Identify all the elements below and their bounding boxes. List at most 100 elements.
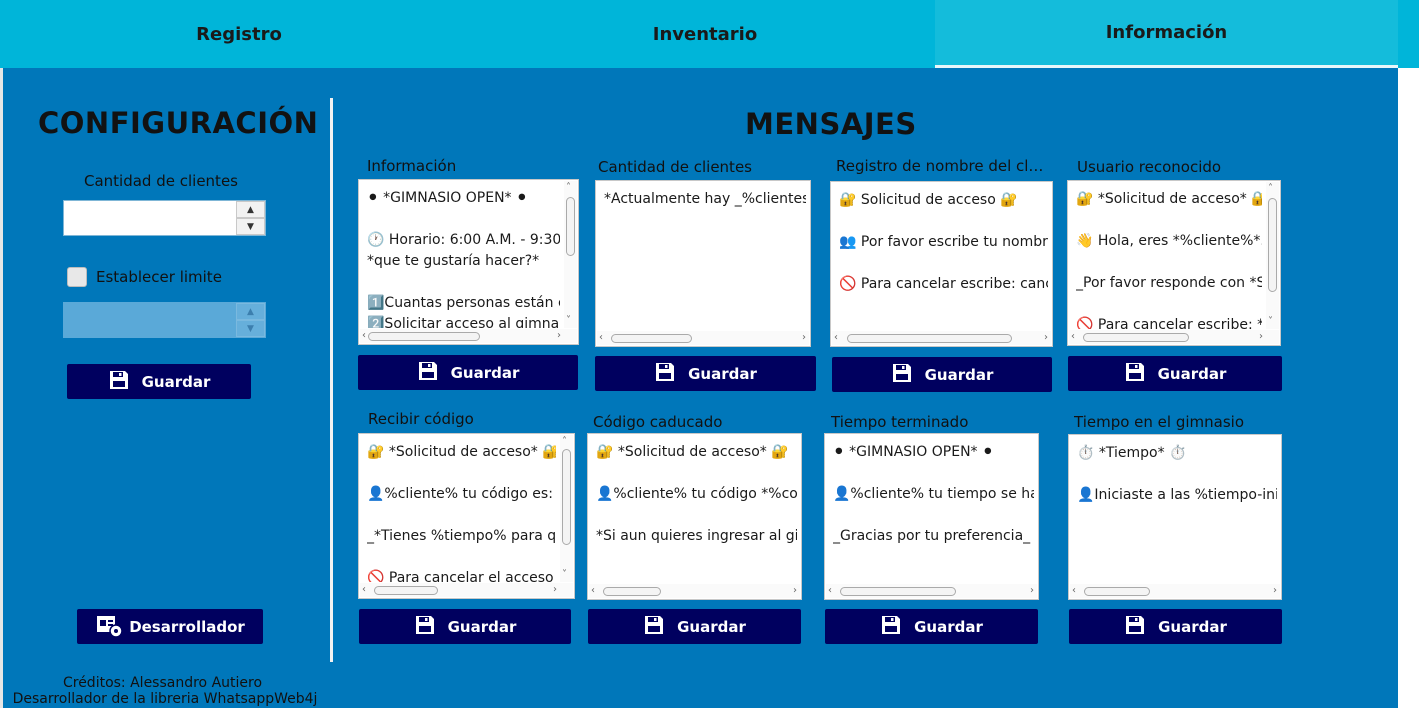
message-textarea-tiempo-terminado[interactable]: ⚫ *GIMNASIO OPEN* ⚫ 👤%cliente% tu tiempo… xyxy=(824,433,1039,600)
tab-informacion[interactable]: Información xyxy=(935,0,1398,68)
chevron-down-icon[interactable]: ˅ xyxy=(1268,317,1273,327)
section-divider xyxy=(330,98,333,662)
vertical-scrollbar[interactable]: ˄ ˅ xyxy=(1266,182,1279,329)
save-label: Guardar xyxy=(914,617,983,636)
vertical-scrollbar[interactable]: ˄ ˅ xyxy=(564,181,577,328)
message-text: *Actualmente hay _%clientes%_ personas* xyxy=(604,191,806,207)
chevron-right-icon[interactable]: › xyxy=(557,331,561,341)
chevron-left-icon[interactable]: ‹ xyxy=(362,585,366,595)
scroll-thumb[interactable] xyxy=(847,334,1012,343)
config-save-button[interactable]: Guardar xyxy=(67,364,251,399)
scroll-thumb[interactable] xyxy=(566,197,575,256)
spinner-up-button[interactable]: ▲ xyxy=(236,201,265,218)
tab-label: Inventario xyxy=(652,23,758,45)
scroll-thumb[interactable] xyxy=(374,586,438,595)
floppy-disk-icon xyxy=(414,614,436,640)
scroll-thumb[interactable] xyxy=(1083,333,1189,342)
scroll-thumb[interactable] xyxy=(611,334,692,343)
scroll-thumb[interactable] xyxy=(562,449,571,545)
chevron-left-icon[interactable]: ‹ xyxy=(834,333,838,343)
save-button-informacion[interactable]: Guardar xyxy=(358,355,578,390)
scroll-thumb[interactable] xyxy=(840,587,956,596)
message-textarea-tiempo-en-el-gimnasio[interactable]: ⏱️ *Tiempo* ⏱️ 👤Iniciaste a las %tiempo-… xyxy=(1068,434,1282,600)
save-button-tiempo-terminado[interactable]: Guardar xyxy=(825,609,1038,644)
triangle-up-icon: ▲ xyxy=(247,306,254,317)
chevron-right-icon[interactable]: › xyxy=(553,585,557,595)
chevron-right-icon[interactable]: › xyxy=(793,586,797,596)
save-button-tiempo-en-el-gimnasio[interactable]: Guardar xyxy=(1069,609,1282,644)
message-textarea-registro-de-nombre-del-cliente[interactable]: 🔐 Solicitud de acceso 🔐 👥 Por favor escr… xyxy=(830,181,1053,347)
message-textarea-informacion[interactable]: ⚫ *GIMNASIO OPEN* ⚫ 🕐 Horario: 6:00 A.M.… xyxy=(358,179,579,345)
window-edge-right xyxy=(1398,0,1419,708)
horizontal-scrollbar[interactable]: ‹ › xyxy=(360,329,577,343)
scroll-thumb[interactable] xyxy=(1084,587,1150,596)
save-button-codigo-caducado[interactable]: Guardar xyxy=(588,609,801,644)
message-text: ⏱️ *Tiempo* ⏱️ 👤Iniciaste a las %tiempo-… xyxy=(1077,445,1277,503)
limit-checkbox[interactable] xyxy=(67,267,87,287)
chevron-left-icon[interactable]: ‹ xyxy=(1072,586,1076,596)
scroll-thumb[interactable] xyxy=(368,332,480,341)
save-button-registro-de-nombre-del-cliente[interactable]: Guardar xyxy=(832,357,1052,392)
floppy-disk-icon xyxy=(1124,361,1146,387)
chevron-left-icon[interactable]: ‹ xyxy=(828,586,832,596)
developer-button[interactable]: Desarrollador xyxy=(77,609,263,644)
save-label: Guardar xyxy=(677,617,746,636)
chevron-left-icon[interactable]: ‹ xyxy=(591,586,595,596)
triangle-down-icon: ▼ xyxy=(247,323,254,334)
tab-inventario[interactable]: Inventario xyxy=(475,0,935,68)
horizontal-scrollbar[interactable]: ‹ › xyxy=(360,583,573,597)
scroll-thumb[interactable] xyxy=(1268,198,1277,292)
message-text: ⚫ *GIMNASIO OPEN* ⚫ 👤%cliente% tu tiempo… xyxy=(833,444,1034,544)
chevron-left-icon[interactable]: ‹ xyxy=(1071,332,1075,342)
message-text: 🔐 *Solicitud de acceso* 🔐 👤%cliente% tu … xyxy=(596,444,797,544)
save-label: Guardar xyxy=(141,372,211,391)
message-label-cantidad-de-clientes: Cantidad de clientes xyxy=(598,158,752,176)
spinner-down-button[interactable]: ▼ xyxy=(236,218,265,235)
spinner-up-button[interactable]: ▲ xyxy=(236,303,265,320)
save-button-recibir-codigo[interactable]: Guardar xyxy=(359,609,571,644)
chevron-down-icon[interactable]: ˅ xyxy=(566,316,571,326)
save-button-cantidad-de-clientes[interactable]: Guardar xyxy=(595,356,816,391)
chevron-right-icon[interactable]: › xyxy=(1259,332,1263,342)
vertical-scrollbar[interactable]: ˄ ˅ xyxy=(560,435,573,582)
floppy-disk-icon xyxy=(654,361,676,387)
tab-label: Información xyxy=(1105,22,1228,43)
horizontal-scrollbar[interactable]: ‹ › xyxy=(597,331,809,345)
message-label-usuario-reconocido: Usuario reconocido xyxy=(1077,158,1222,176)
credits-line-2: Desarrollador de la libreria WhatsappWeb… xyxy=(12,691,318,707)
horizontal-scrollbar[interactable]: ‹ › xyxy=(1070,584,1280,598)
chevron-left-icon[interactable]: ‹ xyxy=(362,331,366,341)
spinner-down-button[interactable]: ▼ xyxy=(236,320,265,337)
chevron-right-icon[interactable]: › xyxy=(1044,333,1048,343)
clients-spinner[interactable]: ▲ ▼ xyxy=(63,200,266,236)
message-textarea-cantidad-de-clientes[interactable]: *Actualmente hay _%clientes%_ personas* ‹… xyxy=(595,180,811,347)
message-textarea-recibir-codigo[interactable]: 🔐 *Solicitud de acceso* 🔐 👤%cliente% tu … xyxy=(358,433,575,599)
clients-label: Cantidad de clientes xyxy=(84,172,238,190)
horizontal-scrollbar[interactable]: ‹ › xyxy=(589,584,800,598)
messages-title: MENSAJES xyxy=(745,107,917,141)
chevron-right-icon[interactable]: › xyxy=(1030,586,1034,596)
floppy-disk-icon xyxy=(1124,614,1146,640)
chevron-right-icon[interactable]: › xyxy=(1273,586,1277,596)
message-textarea-codigo-caducado[interactable]: 🔐 *Solicitud de acceso* 🔐 👤%cliente% tu … xyxy=(587,433,802,600)
save-label: Guardar xyxy=(1158,617,1227,636)
chevron-up-icon[interactable]: ˄ xyxy=(562,437,567,447)
horizontal-scrollbar[interactable]: ‹ › xyxy=(832,331,1051,345)
scroll-thumb[interactable] xyxy=(603,587,661,596)
chevron-down-icon[interactable]: ˅ xyxy=(562,570,567,580)
message-textarea-usuario-reconocido[interactable]: 🔐 *Solicitud de acceso* 🔐 👋 Hola, eres *… xyxy=(1067,180,1281,346)
tab-registro[interactable]: Registro xyxy=(3,0,475,68)
chevron-left-icon[interactable]: ‹ xyxy=(599,333,603,343)
floppy-disk-icon xyxy=(108,369,130,395)
horizontal-scrollbar[interactable]: ‹ › xyxy=(826,584,1037,598)
chevron-up-icon[interactable]: ˄ xyxy=(1268,184,1273,194)
triangle-down-icon: ▼ xyxy=(247,221,254,232)
save-button-usuario-reconocido[interactable]: Guardar xyxy=(1068,356,1282,391)
horizontal-scrollbar[interactable]: ‹ › xyxy=(1069,330,1279,344)
limit-spinner[interactable]: ▲ ▼ xyxy=(63,302,266,338)
chevron-right-icon[interactable]: › xyxy=(802,333,806,343)
limit-label: Establecer limite xyxy=(96,268,222,286)
save-label: Guardar xyxy=(447,617,517,636)
chevron-up-icon[interactable]: ˄ xyxy=(566,183,571,193)
message-label-informacion: Información xyxy=(367,157,457,175)
